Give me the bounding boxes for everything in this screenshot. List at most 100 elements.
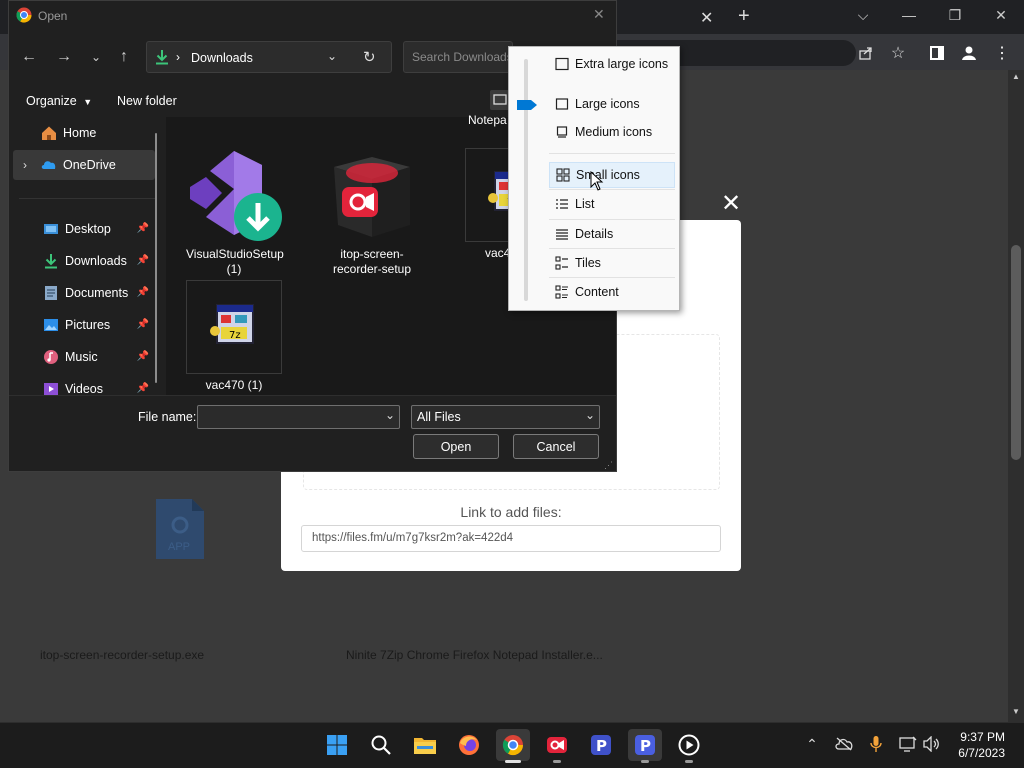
- profile-avatar-icon[interactable]: [955, 39, 983, 67]
- app-p-icon[interactable]: P: [584, 729, 618, 761]
- chrome-logo-icon: [16, 7, 32, 23]
- pin-icon[interactable]: 📌: [137, 255, 149, 266]
- small-icons-icon: [556, 168, 570, 182]
- content-view-icon: [555, 285, 569, 299]
- nav-item-downloads[interactable]: Downloads 📌: [13, 246, 155, 276]
- menu-item-content[interactable]: Content: [549, 279, 675, 305]
- menu-item-small-icons[interactable]: Small icons: [549, 162, 675, 188]
- clock-time[interactable]: 9:37 PM: [955, 730, 1005, 744]
- file-tile-frame: 7z: [186, 280, 282, 374]
- new-folder-button[interactable]: New folder: [117, 94, 177, 108]
- nav-item-videos[interactable]: Videos 📌: [13, 374, 155, 395]
- recent-locations-chevron-icon[interactable]: ⌄: [82, 43, 110, 71]
- menu-item-medium-icons[interactable]: Medium icons: [549, 119, 675, 145]
- side-panel-icon[interactable]: [923, 39, 951, 67]
- forward-arrow-icon[interactable]: →: [50, 43, 78, 71]
- nav-item-pictures[interactable]: Pictures 📌: [13, 310, 155, 340]
- nav-item-label: Downloads: [65, 254, 127, 268]
- organize-button[interactable]: Organize ▼: [26, 94, 92, 108]
- menu-item-list[interactable]: List: [549, 191, 675, 217]
- file-item[interactable]: itop-screen-recorder-setup: [324, 147, 420, 277]
- menu-item-label: Small icons: [576, 168, 640, 182]
- menu-item-label: Details: [575, 227, 614, 241]
- up-arrow-icon[interactable]: ↑: [110, 43, 138, 71]
- page-scroll-thumb[interactable]: [1011, 245, 1021, 460]
- pin-icon[interactable]: 📌: [137, 319, 149, 330]
- nav-item-documents[interactable]: Documents 📌: [13, 278, 155, 308]
- search-input[interactable]: Search Downloads: [403, 41, 513, 73]
- minimize-icon[interactable]: —: [886, 0, 932, 30]
- scroll-down-arrow-icon[interactable]: ▼: [1012, 707, 1020, 716]
- chrome-taskbar-icon[interactable]: [496, 729, 530, 761]
- clock-date[interactable]: 6/7/2023: [948, 746, 1005, 760]
- file-item[interactable]: 7z vac470 (1): [186, 280, 282, 393]
- menu-item-large-icons[interactable]: Large icons: [549, 91, 675, 117]
- tab-search-icon[interactable]: ⌵: [840, 0, 886, 30]
- menu-item-label: Content: [575, 285, 619, 299]
- pin-icon[interactable]: 📌: [137, 287, 149, 298]
- menu-item-label: Extra large icons: [575, 57, 669, 71]
- pin-icon[interactable]: 📌: [137, 223, 149, 234]
- menu-item-details[interactable]: Details: [549, 221, 675, 247]
- cancel-button[interactable]: Cancel: [513, 434, 599, 459]
- nav-item-label: OneDrive: [63, 158, 116, 172]
- volume-icon[interactable]: [921, 733, 943, 755]
- app-p-active-icon[interactable]: P: [628, 729, 662, 761]
- file-type-select[interactable]: All Files: [411, 405, 600, 429]
- link-input[interactable]: https://files.fm/u/m7g7ksr2m?ak=422d4: [301, 525, 721, 552]
- file-label: VisualStudioSetup (1): [186, 247, 284, 276]
- view-size-slider-thumb[interactable]: [517, 99, 537, 111]
- modal-close-icon[interactable]: ✕: [720, 192, 742, 216]
- pin-icon[interactable]: 📌: [137, 383, 149, 394]
- address-dropdown-icon[interactable]: ⌄: [327, 49, 337, 63]
- file-name-input[interactable]: [197, 405, 400, 429]
- nav-item-onedrive[interactable]: › OneDrive: [13, 150, 155, 180]
- tray-overflow-chevron-icon[interactable]: ⌃: [801, 733, 823, 755]
- refresh-icon[interactable]: ↻: [363, 48, 376, 66]
- onedrive-tray-icon[interactable]: [833, 733, 855, 755]
- medium-icons-icon: [555, 125, 569, 139]
- itop-recorder-taskbar-icon[interactable]: [540, 729, 574, 761]
- extra-large-icons-icon: [555, 57, 569, 71]
- restore-icon[interactable]: ❐: [932, 0, 978, 30]
- nav-item-music[interactable]: Music 📌: [13, 342, 155, 372]
- firefox-icon[interactable]: [452, 729, 486, 761]
- view-size-slider-track[interactable]: [524, 59, 528, 301]
- file-type-dropdown-icon[interactable]: ⌄: [585, 408, 595, 422]
- windows-start-icon[interactable]: [320, 729, 354, 761]
- browser-menu-icon[interactable]: ⋮: [988, 39, 1016, 67]
- menu-item-extra-large-icons[interactable]: Extra large icons: [549, 51, 675, 77]
- microphone-icon[interactable]: [865, 733, 887, 755]
- menu-item-tiles[interactable]: Tiles: [549, 250, 675, 276]
- nav-pane-scrollbar[interactable]: [155, 133, 157, 383]
- dialog-title: Open: [38, 9, 68, 23]
- network-icon[interactable]: [897, 733, 919, 755]
- tab-close-icon[interactable]: ✕: [700, 8, 713, 28]
- file-name-dropdown-icon[interactable]: ⌄: [385, 408, 395, 422]
- pin-icon[interactable]: 📌: [137, 351, 149, 362]
- browser-close-icon[interactable]: ✕: [978, 0, 1024, 30]
- open-button[interactable]: Open: [413, 434, 499, 459]
- share-icon[interactable]: [852, 39, 880, 67]
- bookmark-star-icon[interactable]: ☆: [884, 39, 912, 67]
- scroll-up-arrow-icon[interactable]: ▲: [1012, 72, 1020, 81]
- nav-item-label: Desktop: [65, 222, 111, 236]
- address-bar[interactable]: [146, 41, 392, 73]
- file-explorer-icon[interactable]: [408, 729, 442, 761]
- bg-file-name-2[interactable]: Ninite 7Zip Chrome Firefox Notepad Insta…: [346, 648, 603, 662]
- change-view-icon[interactable]: [490, 90, 510, 110]
- bg-file-name-1[interactable]: itop-screen-recorder-setup.exe: [40, 648, 204, 662]
- resize-grip-icon[interactable]: ⋰: [604, 460, 613, 471]
- media-player-icon[interactable]: [672, 729, 706, 761]
- file-item[interactable]: VisualStudioSetup (1): [186, 147, 284, 277]
- navigation-pane: Home › OneDrive Desktop 📌 Downloads 📌 Do…: [9, 117, 159, 395]
- nav-item-desktop[interactable]: Desktop 📌: [13, 214, 155, 244]
- new-tab-icon[interactable]: +: [738, 5, 750, 28]
- nav-item-home[interactable]: Home: [13, 118, 155, 148]
- app-file-icon: APP: [154, 497, 206, 561]
- expand-chevron-icon[interactable]: ›: [23, 158, 41, 172]
- dialog-close-icon[interactable]: ✕: [593, 6, 605, 23]
- back-arrow-icon[interactable]: ←: [15, 43, 43, 71]
- menu-separator: [549, 189, 675, 190]
- search-icon[interactable]: [364, 729, 398, 761]
